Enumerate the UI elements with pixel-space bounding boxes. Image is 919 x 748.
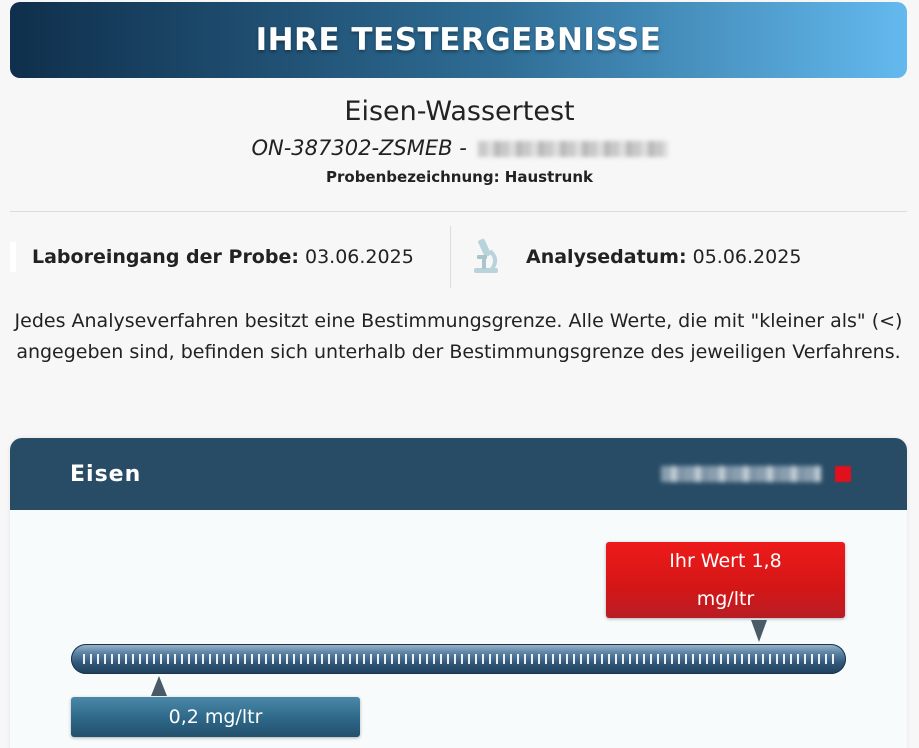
analysis-value: 05.06.2025 xyxy=(692,246,802,268)
microscope-icon xyxy=(466,235,504,279)
order-id: ON-387302-ZSMEB - xyxy=(251,136,467,160)
limit-pointer-icon xyxy=(151,676,167,696)
redacted-customer-name xyxy=(477,141,668,157)
lab-entry-date: Laboreingang der Probe: 03.06.2025 xyxy=(10,226,414,288)
result-card-eisen: Eisen Ihr Wert 1,8 mg/ltr 0,2 mg/ltr xyxy=(10,438,907,748)
redacted-status-label xyxy=(661,466,821,482)
results-header-banner: IHRE TESTERGEBNISSE xyxy=(10,2,907,78)
your-value-pointer-icon xyxy=(751,620,767,642)
analysis-date: Analysedatum: 05.06.2025 xyxy=(466,226,801,288)
test-name: Eisen-Wassertest xyxy=(344,96,575,127)
your-value-unit: mg/ltr xyxy=(696,588,755,610)
divider xyxy=(10,211,907,212)
scale-ticks xyxy=(83,654,834,664)
limit-value-bubble: 0,2 mg/ltr xyxy=(71,697,360,737)
lab-entry-value: 03.06.2025 xyxy=(305,246,414,268)
result-card-header: Eisen xyxy=(10,438,907,510)
date-separator xyxy=(450,226,451,288)
sample-label: Probenbezeichnung: Haustrunk xyxy=(326,168,593,186)
status-indicator xyxy=(661,466,851,482)
lab-entry-icon xyxy=(10,242,16,272)
status-square-icon xyxy=(835,466,851,482)
your-value-text: Ihr Wert 1,8 xyxy=(669,550,782,572)
order-line: ON-387302-ZSMEB - xyxy=(0,136,919,160)
analysis-label: Analysedatum: xyxy=(526,246,687,268)
lab-entry-label: Laboreingang der Probe: xyxy=(32,246,299,268)
value-scale-bar xyxy=(71,644,846,674)
your-value-bubble: Ihr Wert 1,8 mg/ltr xyxy=(606,542,845,618)
parameter-name: Eisen xyxy=(70,461,142,487)
page-title: IHRE TESTERGEBNISSE xyxy=(255,22,662,58)
detection-limit-info: Jedes Analyseverfahren besitzt eine Best… xyxy=(14,310,903,363)
